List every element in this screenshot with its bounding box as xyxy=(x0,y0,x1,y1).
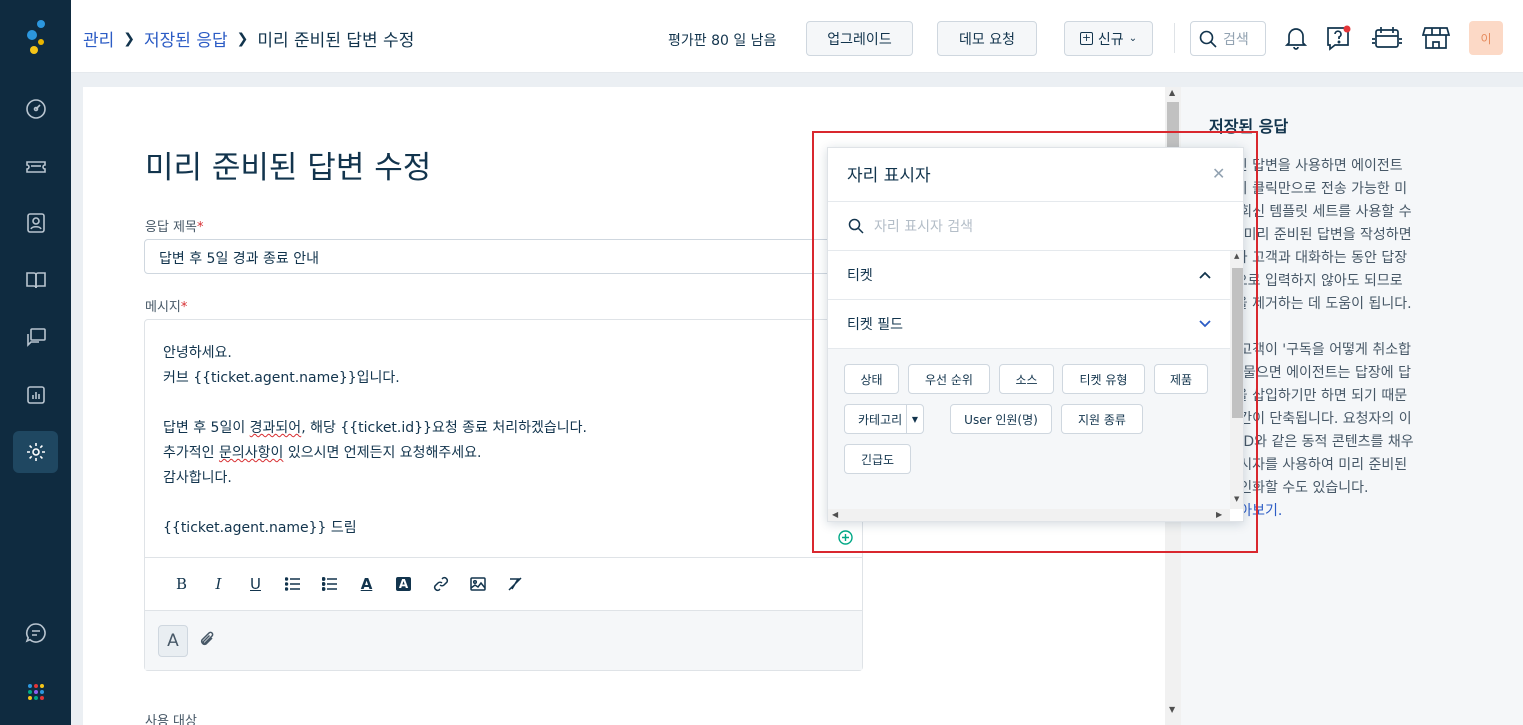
message-label: 메시지* xyxy=(145,296,187,315)
ordered-list-icon[interactable] xyxy=(274,569,311,599)
message-line: 답변 후 5일이 경과되어, 해당 {{ticket.id}}요청 종료 처리하… xyxy=(163,416,587,441)
subject-input[interactable]: 답변 후 5일 경과 종료 안내 xyxy=(144,239,844,274)
new-button[interactable]: + 신규 ⌄ xyxy=(1064,21,1153,56)
reports-icon[interactable] xyxy=(13,374,58,416)
paperclip-icon[interactable] xyxy=(198,629,216,653)
demo-request-button[interactable]: 데모 요청 xyxy=(937,21,1037,56)
breadcrumb-canned-responses[interactable]: 저장된 응답 xyxy=(144,26,228,51)
search-placeholder: 검색 xyxy=(1223,31,1249,48)
admin-gear-icon[interactable] xyxy=(13,431,58,473)
required-mark: * xyxy=(180,300,188,315)
message-text: 답변 후 5일이 xyxy=(163,420,250,436)
clear-format-icon[interactable] xyxy=(496,569,533,599)
upgrade-button[interactable]: 업그레이드 xyxy=(806,21,913,56)
chat-icon[interactable] xyxy=(13,612,58,654)
text-color-icon[interactable]: A xyxy=(348,569,385,599)
message-line: 추가적인 문의사항이 있으시면 언제든지 요청해주세요. xyxy=(163,441,587,466)
breadcrumb: 관리 ❯ 저장된 응답 ❯ 미리 준비된 답변 수정 xyxy=(83,26,415,52)
global-search-input[interactable]: 검색 xyxy=(1190,21,1266,56)
dashboard-icon[interactable] xyxy=(13,88,58,130)
chevron-right-icon: ❯ xyxy=(236,30,249,47)
message-line: 안녕하세요. xyxy=(163,345,232,361)
editor-toolbar: B I U A A xyxy=(145,557,862,610)
highlight-annotation-box xyxy=(812,131,1258,553)
plus-box-icon: + xyxy=(1079,31,1093,45)
help-icon[interactable] xyxy=(1321,20,1355,56)
message-text: 추가적인 xyxy=(163,445,219,461)
image-icon[interactable] xyxy=(459,569,496,599)
message-line-empty xyxy=(163,391,587,416)
scroll-up-icon[interactable]: ▲ xyxy=(1169,88,1175,97)
apps-grid-icon[interactable] xyxy=(13,671,58,713)
solutions-icon[interactable] xyxy=(13,259,58,301)
page-title: 미리 준비된 답변 수정 xyxy=(145,150,432,186)
required-mark: * xyxy=(196,220,204,235)
new-button-label: 신규 xyxy=(1097,31,1124,48)
underline-icon[interactable]: U xyxy=(237,569,274,599)
left-sidebar xyxy=(0,0,71,725)
tickets-icon[interactable] xyxy=(13,145,58,187)
top-header: 관리 ❯ 저장된 응답 ❯ 미리 준비된 답변 수정 평가판 80 일 남음 업… xyxy=(71,0,1523,73)
message-body[interactable]: 안녕하세요. 커브 {{ticket.agent.name}}입니다. 답변 후… xyxy=(163,341,587,541)
bold-icon[interactable]: B xyxy=(163,569,200,599)
format-toggle-icon[interactable]: A xyxy=(158,625,188,657)
breadcrumb-current: 미리 준비된 답변 수정 xyxy=(257,31,415,51)
bell-icon[interactable] xyxy=(1279,20,1313,56)
message-editor[interactable]: 안녕하세요. 커브 {{ticket.agent.name}}입니다. 답변 후… xyxy=(144,319,863,671)
scroll-down-icon[interactable]: ▼ xyxy=(1169,705,1175,714)
italic-icon[interactable]: I xyxy=(200,569,237,599)
subject-label-text: 응답 제목 xyxy=(145,220,197,235)
message-line-empty xyxy=(163,491,587,516)
message-text: , 해당 {{ticket.id}}요청 종료 처리하겠습니다. xyxy=(301,420,587,436)
bullet-list-icon[interactable] xyxy=(311,569,348,599)
forums-icon[interactable] xyxy=(13,316,58,358)
message-line: 커브 {{ticket.agent.name}}입니다. xyxy=(163,370,400,386)
breadcrumb-admin[interactable]: 관리 xyxy=(83,26,114,51)
search-icon xyxy=(1199,30,1217,48)
visibility-label: 사용 대상 xyxy=(145,714,197,725)
message-text: 있으시면 언제든지 요청해주세요. xyxy=(283,445,482,461)
subject-label: 응답 제목* xyxy=(145,216,203,235)
marketplace-icon[interactable] xyxy=(1419,20,1453,56)
calendar-icon[interactable] xyxy=(1370,20,1404,56)
chevron-right-icon: ❯ xyxy=(123,30,136,47)
spellcheck-word: 문의사항이 xyxy=(218,445,284,461)
avatar[interactable]: 이 xyxy=(1469,21,1503,55)
message-line: 감사합니다. xyxy=(163,470,232,486)
link-icon[interactable] xyxy=(422,569,459,599)
trial-days-left: 평가판 80 일 남음 xyxy=(668,33,777,49)
spellcheck-word: 경과되어 xyxy=(249,420,302,436)
contacts-icon[interactable] xyxy=(13,202,58,244)
message-label-text: 메시지 xyxy=(145,300,181,315)
highlight-color-icon[interactable]: A xyxy=(385,569,422,599)
chevron-down-icon: ⌄ xyxy=(1128,33,1138,44)
editor-bottom-bar: A xyxy=(145,610,862,670)
freshdesk-logo[interactable] xyxy=(0,0,71,73)
divider xyxy=(1174,23,1175,53)
message-line: {{ticket.agent.name}} 드림 xyxy=(163,520,357,536)
